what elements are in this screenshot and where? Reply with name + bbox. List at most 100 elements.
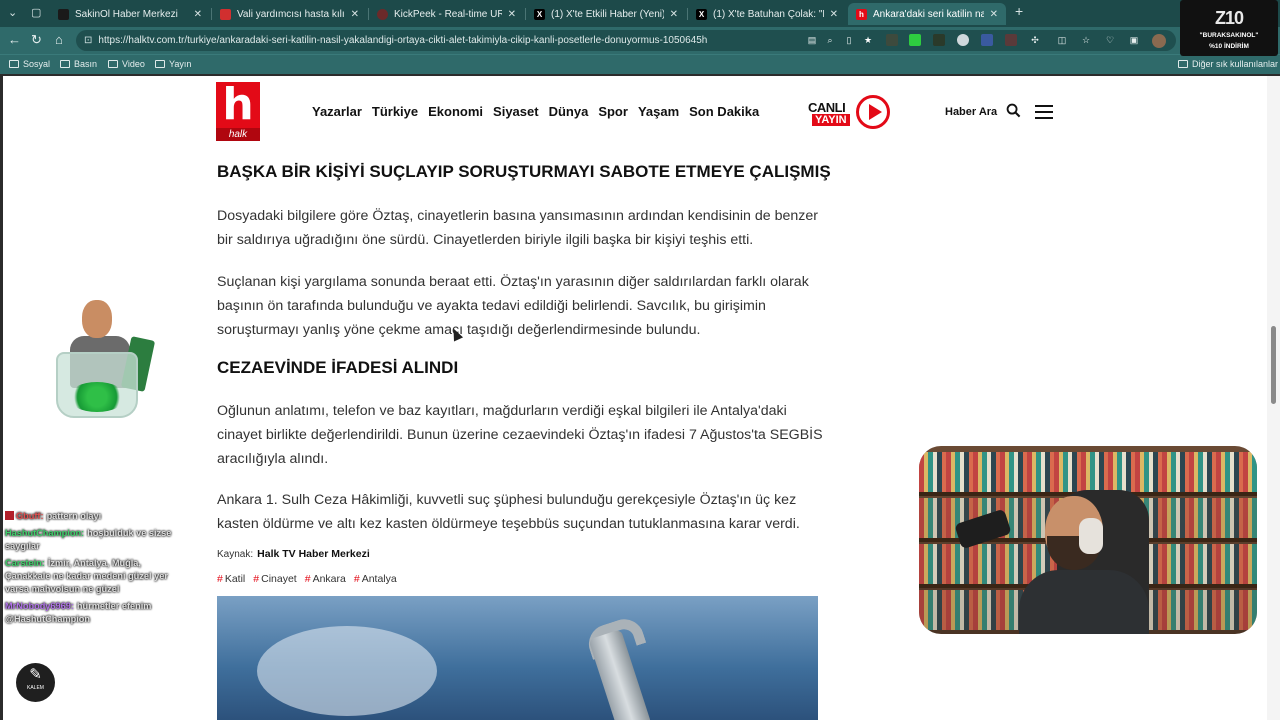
browser-toolbar: ← ↻ ⌂ ⊡ https://halktv.com.tr/turkiye/an… bbox=[0, 27, 1280, 54]
tag-label: Antalya bbox=[361, 573, 397, 585]
tag-ankara[interactable]: # Ankara bbox=[305, 573, 346, 585]
tab-0[interactable]: SakinOl Haber Merkezi ✕ bbox=[50, 3, 210, 25]
close-tab-icon[interactable]: ✕ bbox=[508, 9, 516, 20]
chat-username: HashutChampion: bbox=[5, 528, 85, 538]
logo-mark: h bbox=[216, 82, 260, 128]
close-tab-icon[interactable]: ✕ bbox=[670, 9, 678, 20]
chat-text: pattern olayı bbox=[46, 511, 102, 521]
new-tab-button[interactable]: + bbox=[1015, 3, 1023, 19]
search-label[interactable]: Haber Ara bbox=[945, 106, 997, 118]
workspaces-icon[interactable]: ▢ bbox=[31, 6, 41, 19]
promo-discount: %10 İNDİRİM bbox=[1209, 43, 1249, 50]
close-tab-icon[interactable]: ✕ bbox=[990, 9, 998, 20]
tag-label: Katil bbox=[224, 573, 246, 585]
split-screen-icon[interactable]: ◫ bbox=[1056, 34, 1068, 46]
folder-icon bbox=[1178, 60, 1188, 68]
bookmark-folder-sosyal[interactable]: Sosyal bbox=[9, 59, 50, 69]
tag-katil[interactable]: # Katil bbox=[217, 573, 245, 585]
site-header: h halk Yazarlar Türkiye Ekonomi Siyaset … bbox=[3, 76, 1267, 148]
extension-4-icon[interactable] bbox=[957, 34, 969, 46]
nav-siyaset[interactable]: Siyaset bbox=[493, 104, 539, 119]
site-info-icon[interactable]: ⊡ bbox=[84, 35, 92, 46]
nav-yasam[interactable]: Yaşam bbox=[638, 104, 679, 119]
live-broadcast-button[interactable]: CANLI YAYIN bbox=[808, 94, 894, 132]
scroll-thumb[interactable] bbox=[1271, 326, 1276, 404]
nav-dunya[interactable]: Dünya bbox=[549, 104, 589, 119]
nav-ekonomi[interactable]: Ekonomi bbox=[428, 104, 483, 119]
extension-3-icon[interactable] bbox=[933, 34, 945, 46]
collections-icon[interactable]: ▣ bbox=[1128, 34, 1140, 46]
close-tab-icon[interactable]: ✕ bbox=[351, 9, 359, 20]
hamburger-menu-icon[interactable] bbox=[1035, 105, 1053, 119]
sponsor-logo: Z10 bbox=[1214, 8, 1244, 28]
search-icon[interactable] bbox=[1006, 103, 1021, 118]
tab-title: SakinOl Haber Merkezi bbox=[75, 8, 178, 20]
extension-6-icon[interactable] bbox=[1005, 34, 1017, 46]
article-hero-image bbox=[217, 596, 818, 720]
tag-list: # Katil # Cinayet # Ankara # Antalya bbox=[217, 573, 397, 585]
tab-favicon-icon bbox=[220, 8, 231, 20]
close-tab-icon[interactable]: ✕ bbox=[830, 9, 838, 20]
pen-tool-button[interactable]: ✎ KALEM bbox=[16, 663, 55, 702]
chat-username: Gbuff: bbox=[16, 511, 44, 521]
zoom-icon[interactable]: ⌕ bbox=[824, 34, 836, 46]
nav-turkiye[interactable]: Türkiye bbox=[372, 104, 418, 119]
source-label: Kaynak: bbox=[217, 549, 254, 560]
folder-icon bbox=[9, 60, 19, 68]
folder-icon bbox=[108, 60, 118, 68]
bookmark-folder-video[interactable]: Video bbox=[108, 59, 145, 69]
bookmark-label: Sosyal bbox=[23, 59, 51, 69]
tab-3[interactable]: X (1) X'te Etkili Haber (Yeni): "Bir bel… bbox=[526, 3, 686, 25]
extension-5-icon[interactable] bbox=[981, 34, 993, 46]
tab-title: (1) X'te Batuhan Çolak: "PKK'lı Çeti bbox=[713, 8, 824, 20]
x-logo-icon: X bbox=[534, 8, 545, 20]
tab-title: Ankara'daki seri katilin nasıl yakala bbox=[873, 8, 984, 20]
page-scrollbar[interactable] bbox=[1267, 76, 1280, 720]
article-paragraph: Dosyadaki bilgilere göre Öztaş, cinayetl… bbox=[217, 208, 818, 248]
chat-username: MrNobody6969: bbox=[5, 601, 74, 611]
nav-yazarlar[interactable]: Yazarlar bbox=[312, 104, 362, 119]
tab-1[interactable]: Vali yardımcısı hasta kılığında acile ✕ bbox=[212, 3, 367, 25]
article-paragraph: Oğlunun anlatımı, telefon ve baz kayıtla… bbox=[217, 403, 823, 467]
other-bookmarks-folder[interactable]: Diğer sık kullanılanlar bbox=[1178, 59, 1278, 69]
bookmark-folder-yayin[interactable]: Yayın bbox=[155, 59, 191, 69]
tab-2[interactable]: KickPeek - Real-time URL Crawler ✕ bbox=[369, 3, 524, 25]
tag-cinayet[interactable]: # Cinayet bbox=[253, 573, 296, 585]
tab-list-chevron-icon[interactable]: ⌄ bbox=[8, 6, 17, 19]
extension-1-icon[interactable] bbox=[886, 34, 898, 46]
stream-chat-overlay: Gbuff: pattern olayı HashutChampion: hoşbu… bbox=[5, 510, 185, 630]
extensions-puzzle-icon[interactable]: ✣ bbox=[1029, 34, 1041, 46]
nav-spor[interactable]: Spor bbox=[598, 104, 628, 119]
badge-icon bbox=[5, 511, 14, 520]
favorite-star-icon[interactable]: ★ bbox=[862, 34, 874, 46]
bookmark-folder-basin[interactable]: Basın bbox=[60, 59, 97, 69]
nav-son-dakika[interactable]: Son Dakika bbox=[689, 104, 759, 119]
live-label: CANLI bbox=[808, 100, 846, 115]
bookmark-label: Basın bbox=[74, 59, 98, 69]
live-sublabel: YAYIN bbox=[812, 114, 850, 126]
reader-view-icon[interactable]: ▤ bbox=[806, 34, 818, 46]
favorites-icon[interactable]: ☆ bbox=[1080, 34, 1092, 46]
tab-5-active[interactable]: h Ankara'daki seri katilin nasıl yakala … bbox=[848, 3, 1006, 25]
tag-label: Cinayet bbox=[261, 573, 297, 585]
close-tab-icon[interactable]: ✕ bbox=[194, 9, 202, 20]
extension-2-icon[interactable] bbox=[909, 34, 921, 46]
tab-favicon-icon bbox=[58, 8, 69, 20]
folder-icon bbox=[60, 60, 70, 68]
back-icon[interactable]: ← bbox=[8, 32, 21, 47]
browser-essentials-icon[interactable]: ♡ bbox=[1104, 34, 1116, 46]
halktv-logo[interactable]: h halk bbox=[216, 82, 260, 141]
home-icon[interactable]: ⌂ bbox=[55, 32, 63, 47]
tab-favicon-icon bbox=[377, 8, 388, 20]
bookmark-label: Yayın bbox=[169, 59, 192, 69]
tag-antalya[interactable]: # Antalya bbox=[354, 573, 397, 585]
profile-avatar[interactable] bbox=[1152, 34, 1166, 48]
article-paragraph: Ankara 1. Sulh Ceza Hâkimliği, kuvvetli … bbox=[217, 492, 800, 532]
reload-icon[interactable]: ↻ bbox=[31, 32, 42, 48]
chat-message: MrNobody6969: hürmetler efenim @HashutCha… bbox=[5, 600, 185, 626]
tab-4[interactable]: X (1) X'te Batuhan Çolak: "PKK'lı Çeti ✕ bbox=[688, 3, 846, 25]
streamer-cutout-image bbox=[26, 300, 156, 422]
source-value[interactable]: Halk TV Haber Merkezi bbox=[257, 548, 370, 560]
page-action-icon[interactable]: ▯ bbox=[843, 34, 855, 46]
tab-title: KickPeek - Real-time URL Crawler bbox=[394, 8, 502, 20]
